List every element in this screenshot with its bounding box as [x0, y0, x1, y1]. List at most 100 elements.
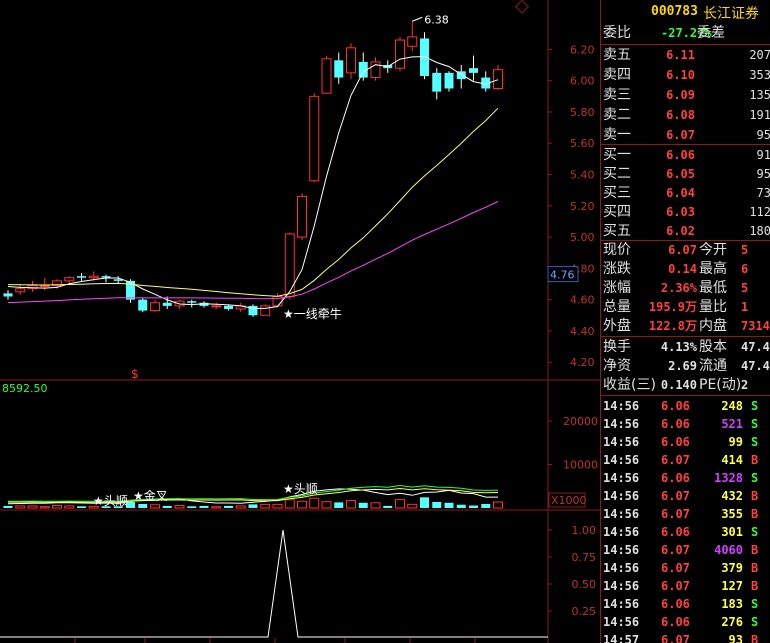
stat2-row: 净资 2.69 流通 47.4 — [601, 357, 770, 376]
candle-body[interactable] — [321, 58, 332, 94]
candle-body[interactable] — [284, 233, 295, 297]
tick-price: 6.07 — [661, 489, 690, 503]
tick-row[interactable]: 14:56 6.06 521 S — [601, 415, 770, 433]
bid-row[interactable]: 买五 6.02 180 — [601, 222, 770, 241]
candle-body[interactable] — [420, 38, 429, 76]
tick-row[interactable]: 14:56 6.07 355 B — [601, 505, 770, 523]
candle-body[interactable] — [162, 302, 172, 306]
candle-body[interactable] — [15, 288, 26, 293]
bid-row[interactable]: 买四 6.03 112 — [601, 203, 770, 222]
stat2-value: 2.69 — [668, 359, 697, 373]
bid-price: 6.06 — [666, 148, 695, 162]
stat-row: 现价 6.07 今开 5 — [601, 241, 770, 260]
tick-direction: S — [751, 417, 759, 431]
tick-volume: 99 — [728, 435, 743, 449]
candle-body[interactable] — [39, 285, 50, 288]
tick-row[interactable]: 14:56 6.07 4060 B — [601, 541, 770, 559]
indicator-signal-line — [0, 529, 548, 638]
tick-volume: 127 — [721, 579, 743, 593]
candle-body[interactable] — [309, 95, 320, 182]
price-tick-label: 6.20 — [570, 43, 595, 56]
candle-body[interactable] — [407, 36, 418, 47]
tick-volume: 276 — [721, 615, 743, 629]
ask-row[interactable]: 卖三 6.09 135 — [601, 86, 770, 105]
candle-body[interactable] — [187, 301, 197, 303]
stat-label-2: 最高 — [699, 261, 727, 277]
candle-body[interactable] — [3, 293, 13, 297]
candle-body[interactable] — [150, 302, 160, 312]
tick-row[interactable]: 14:56 6.06 99 S — [601, 433, 770, 451]
stat-value: 195.9万 — [648, 300, 697, 314]
tick-row[interactable]: 14:56 6.06 276 S — [601, 613, 770, 631]
stat2-row: 收益(三) 0.140 PE(动) 2 — [601, 376, 770, 395]
candle-body[interactable] — [395, 39, 405, 69]
candle-body[interactable] — [211, 305, 222, 308]
volume-bar — [260, 503, 271, 509]
volume-bar — [334, 502, 344, 508]
tick-time: 14:56 — [603, 489, 640, 503]
tick-row[interactable]: 14:56 6.07 414 B — [601, 451, 770, 469]
bid-row[interactable]: 买二 6.05 95 — [601, 165, 770, 184]
candle-body[interactable] — [297, 195, 307, 238]
candle-body[interactable] — [138, 299, 148, 311]
tick-direction: S — [751, 471, 759, 485]
tick-volume: 414 — [721, 453, 743, 467]
tick-row[interactable]: 14:56 6.06 1328 S — [601, 469, 770, 487]
ask-row[interactable]: 卖一 6.07 95 — [601, 126, 770, 145]
bid-row[interactable]: 买一 6.06 91 — [601, 146, 770, 165]
tick-row[interactable]: 14:56 6.06 301 S — [601, 523, 770, 541]
candle-body[interactable] — [346, 47, 356, 74]
bid-volume: 112 — [749, 205, 770, 219]
tick-row[interactable]: 14:56 6.06 183 S — [601, 595, 770, 613]
tick-direction: B — [751, 507, 759, 521]
candle-body[interactable] — [432, 72, 442, 92]
stat2-value-2: 47.4 — [741, 359, 770, 373]
divider-stats — [601, 336, 770, 337]
signal-label-touhshun-1: ★头顺 — [93, 494, 128, 508]
candle-body[interactable] — [101, 276, 111, 278]
candle-body[interactable] — [260, 305, 271, 316]
tick-time: 14:56 — [603, 543, 640, 557]
volume-bar — [420, 497, 429, 508]
candle-body[interactable] — [77, 276, 86, 278]
ask-row[interactable]: 卖五 6.11 207 — [601, 46, 770, 65]
diamond-icon[interactable] — [514, 0, 530, 14]
stock-code[interactable]: 000783 — [651, 4, 698, 19]
bid-price: 6.02 — [666, 224, 695, 238]
bid-price: 6.03 — [666, 205, 695, 219]
candle-body[interactable] — [469, 68, 478, 73]
stat-value: 122.8万 — [648, 319, 697, 333]
volume-unit-label: X1000 — [551, 494, 587, 507]
tick-row[interactable]: 14:56 6.07 432 B — [601, 487, 770, 505]
tick-row[interactable]: 14:56 6.07 379 B — [601, 559, 770, 577]
candle-body[interactable] — [88, 275, 99, 279]
tick-row[interactable]: 14:57 6.07 93 B — [601, 631, 770, 643]
tick-direction: S — [751, 435, 759, 449]
volume-bar — [432, 502, 442, 508]
candle-body[interactable] — [444, 72, 454, 89]
volume-bar — [138, 503, 148, 508]
candle-body[interactable] — [493, 69, 503, 90]
tick-time: 14:56 — [603, 471, 640, 485]
volume-bar — [444, 502, 454, 508]
ask-row[interactable]: 卖四 6.10 353 — [601, 66, 770, 85]
stock-name[interactable]: 长江证券 — [703, 3, 759, 23]
tick-volume: 93 — [728, 633, 743, 643]
candle-body[interactable] — [224, 305, 233, 310]
volume-bar — [15, 505, 26, 509]
ask-label: 卖五 — [603, 47, 631, 63]
candle-body[interactable] — [64, 277, 75, 282]
weibi-value: -27.27% — [661, 26, 712, 40]
stat-value-2: 7314 — [741, 319, 770, 333]
volume-bar — [64, 505, 75, 509]
ask-row[interactable]: 卖二 6.08 191 — [601, 106, 770, 125]
ma-short-line — [7, 56, 499, 309]
tick-direction: B — [751, 561, 759, 575]
volume-bar — [469, 505, 478, 508]
bid-row[interactable]: 买三 6.04 73 — [601, 184, 770, 203]
ask-price: 6.07 — [666, 128, 695, 142]
candle-body[interactable] — [334, 60, 344, 78]
bid-volume: 73 — [756, 186, 770, 200]
tick-row[interactable]: 14:56 6.06 248 S — [601, 397, 770, 415]
tick-row[interactable]: 14:56 6.07 127 B — [601, 577, 770, 595]
